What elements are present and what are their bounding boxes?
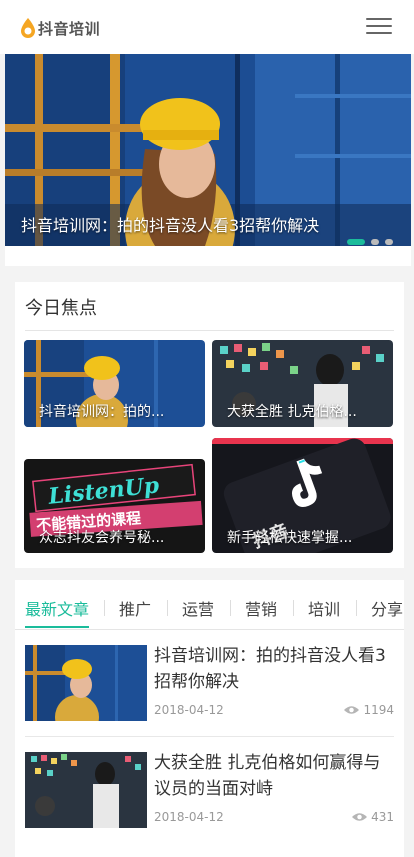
article-views: 1194 (344, 703, 394, 717)
banner-card: 抖音培训网：拍的抖音没人看3招帮你解决 (5, 54, 411, 266)
tab-operations[interactable]: 运营 (182, 596, 214, 620)
article-item[interactable]: 抖音培训网：拍的抖音没人看3招帮你解决 2018-04-12 1194 (25, 645, 394, 721)
view-count: 1194 (363, 703, 394, 717)
tab-divider (293, 600, 294, 616)
article-item[interactable]: 大获全胜 扎克伯格如何赢得与议员的当面对峙 2018-04-12 431 (25, 752, 394, 828)
view-count: 431 (371, 810, 394, 824)
focus-tile-caption: 抖音培训网：拍的... (39, 404, 165, 420)
site-logo[interactable]: 抖音培训 (20, 16, 100, 40)
article-title[interactable]: 抖音培训网：拍的抖音没人看3招帮你解决 (154, 643, 394, 695)
focus-tile[interactable]: 抖音培训网：拍的... (24, 340, 205, 427)
tab-latest[interactable]: 最新文章 (25, 596, 89, 620)
tab-sharing[interactable]: 分享 (371, 596, 403, 620)
article-thumbnail (25, 752, 147, 828)
divider (25, 330, 394, 331)
section-title: 今日焦点 (25, 298, 97, 319)
header: 抖音培训 (0, 0, 414, 54)
article-title[interactable]: 大获全胜 扎克伯格如何赢得与议员的当面对峙 (154, 750, 394, 802)
carousel-dot-1[interactable] (347, 239, 365, 245)
focus-tile-caption: 新手轻松快速掌握... (227, 530, 353, 546)
article-views: 431 (352, 810, 394, 824)
tab-divider (104, 600, 105, 616)
focus-tile[interactable]: ListenUp 不能错过的课程 众志抖友会养号秘... (24, 459, 205, 553)
logo-text: 抖音培训 (38, 19, 101, 38)
divider (25, 736, 394, 737)
article-date: 2018-04-12 (154, 703, 224, 717)
tab-divider (356, 600, 357, 616)
divider (15, 629, 404, 630)
banner-caption[interactable]: 抖音培训网：拍的抖音没人看3招帮你解决 (21, 212, 319, 236)
eye-icon (344, 706, 360, 714)
flame-drop-logo-icon (21, 18, 35, 38)
article-date: 2018-04-12 (154, 810, 224, 824)
hamburger-menu-button[interactable] (366, 18, 392, 38)
tab-divider (230, 600, 231, 616)
carousel-dot-2[interactable] (371, 239, 379, 245)
banner-carousel[interactable]: 抖音培训网：拍的抖音没人看3招帮你解决 (5, 54, 411, 246)
focus-section: 今日焦点 抖音培训网：拍的... 大获全胜 扎克伯格... ListenUp 不… (15, 282, 404, 568)
focus-tile[interactable]: 大获全胜 扎克伯格... (212, 340, 393, 427)
active-tab-indicator (25, 626, 89, 628)
carousel-dots (347, 239, 393, 245)
tab-divider (167, 600, 168, 616)
carousel-dot-3[interactable] (385, 239, 393, 245)
article-thumbnail (25, 645, 147, 721)
focus-tile-caption: 众志抖友会养号秘... (39, 530, 165, 546)
tab-training[interactable]: 培训 (308, 596, 340, 620)
focus-tile[interactable]: 抖音 新手轻松快速掌握... (212, 438, 393, 553)
hamburger-icon (366, 18, 392, 20)
tab-promotion[interactable]: 推广 (119, 596, 151, 620)
tab-marketing[interactable]: 营销 (245, 596, 277, 620)
focus-tile-caption: 大获全胜 扎克伯格... (227, 404, 357, 420)
news-section: 最新文章 推广 运营 营销 培训 分享 抖音培训网：拍的抖音没人看3招帮你解决 (15, 580, 404, 857)
eye-icon (352, 813, 368, 821)
